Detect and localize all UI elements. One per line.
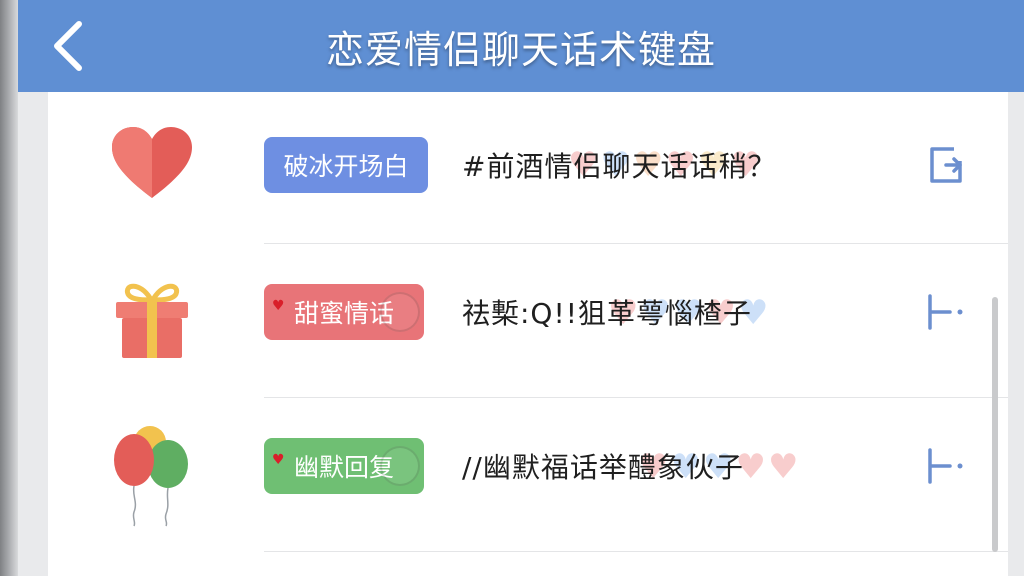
tag-label: 破冰开场白	[283, 152, 409, 181]
heart-icon: ♥	[272, 452, 285, 468]
phrase-text[interactable]: //幽默福话举醴象伙子	[462, 438, 744, 494]
insert-button[interactable]	[920, 137, 972, 193]
scrollbar[interactable]	[992, 297, 998, 552]
tag-icebreaker[interactable]: 破冰开场白	[264, 137, 428, 193]
app-header: 恋爱情侣聊天话术键盘	[18, 0, 1024, 92]
phrase-list: 破冰开场白 ♥ ♥ ♥ ♥ ♥ ♥ #前酒情侣聊天话话稍？ ♥ 甜蜜情话 ♥ ♥…	[48, 92, 1008, 576]
list-item: ♥ 甜蜜情话 ♥ ♥ ♥ ♥ ♥ 祛槧:Q!!狙革萼惱楂子	[48, 246, 1008, 398]
insert-icon	[930, 147, 962, 183]
divider	[264, 397, 1008, 398]
heart-icon: ♥	[272, 298, 285, 314]
send-button[interactable]	[920, 438, 972, 494]
device-frame-edge	[0, 0, 18, 576]
heart-icon	[106, 118, 198, 210]
tag-label: 幽默回复	[293, 453, 394, 482]
back-button[interactable]	[40, 18, 96, 74]
ripple-decoration	[380, 292, 420, 332]
tag-humor-reply[interactable]: ♥ 幽默回复	[264, 438, 424, 494]
send-icon	[928, 448, 963, 484]
phrase-text[interactable]: #前酒情侣聊天话话稍？	[462, 137, 776, 193]
divider	[264, 243, 1008, 244]
send-icon	[928, 294, 963, 330]
list-item: 破冰开场白 ♥ ♥ ♥ ♥ ♥ ♥ #前酒情侣聊天话话稍？	[48, 92, 1008, 244]
ripple-decoration	[380, 446, 420, 486]
tag-sweet-words[interactable]: ♥ 甜蜜情话	[264, 284, 424, 340]
chevron-left-icon	[54, 21, 82, 71]
send-button[interactable]	[920, 284, 972, 340]
tag-label: 甜蜜情话	[293, 299, 394, 328]
gift-icon	[106, 274, 198, 366]
phrase-text[interactable]: 祛槧:Q!!狙革萼惱楂子	[462, 284, 752, 340]
balloons-icon	[106, 424, 198, 528]
page-title: 恋爱情侣聊天话术键盘	[325, 27, 716, 72]
divider	[264, 551, 1008, 552]
list-item: ♥ 幽默回复 ♥ ♥ ♥ ♥ ♥ //幽默福话举醴象伙子	[48, 400, 1008, 552]
